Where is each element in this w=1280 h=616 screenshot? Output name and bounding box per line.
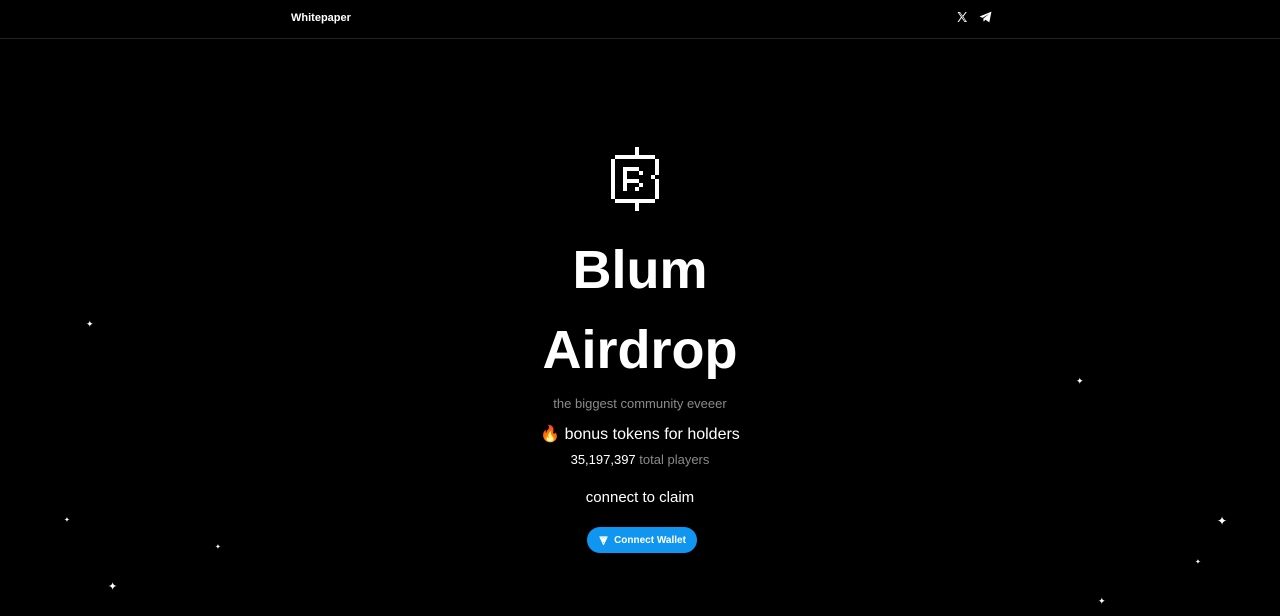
players-label: total players [639, 452, 710, 467]
star-icon: ✦ [108, 581, 118, 593]
telegram-icon[interactable] [979, 11, 992, 23]
bonus-line: 🔥 bonus tokens for holders [0, 425, 1280, 445]
star-icon: ✦ [215, 544, 221, 551]
star-icon: ✦ [64, 517, 70, 524]
star-icon: ✦ [1195, 559, 1201, 566]
connect-wallet-button[interactable]: Connect Wallet [587, 527, 697, 553]
fire-icon: 🔥 [540, 426, 561, 443]
top-bar: Whitepaper [0, 0, 1280, 39]
connect-wallet-label: Connect Wallet [614, 534, 686, 546]
page-title-line-2: Airdrop [542, 320, 738, 380]
bonus-text: bonus tokens for holders [564, 426, 740, 443]
page-title-line-1: Blum [572, 240, 708, 300]
subtitle: the biggest community eveeer [553, 396, 727, 411]
players-count: 35,197,397 total players [0, 452, 1280, 468]
page: Whitepaper ✦ ✦ ✦ ✦ ✦ ✦ ✦ ✦ Blum Airdrop … [0, 0, 1280, 616]
star-icon: ✦ [1217, 514, 1228, 528]
ton-icon [598, 535, 609, 546]
players-number: 35,197,397 [570, 452, 636, 467]
x-icon[interactable] [956, 11, 968, 23]
whitepaper-link[interactable]: Whitepaper [291, 11, 351, 25]
star-icon: ✦ [1098, 596, 1106, 606]
blum-logo-icon [611, 146, 663, 212]
claim-text: connect to claim [585, 489, 695, 506]
